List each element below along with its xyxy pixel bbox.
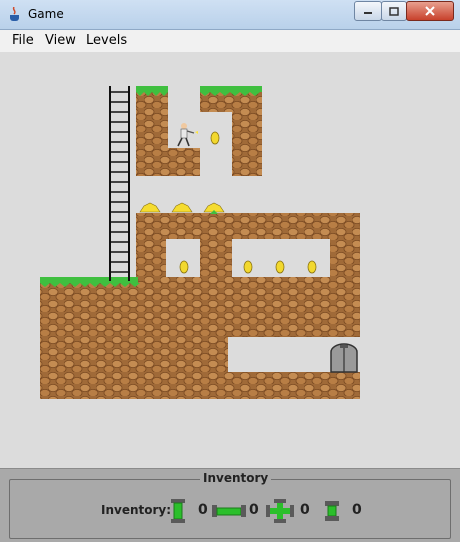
title-bar: Game — [0, 0, 460, 30]
menu-levels[interactable]: Levels — [86, 33, 127, 48]
minimize-icon — [364, 12, 372, 14]
upper-ledge — [136, 148, 200, 176]
game-canvas[interactable] — [0, 53, 460, 468]
green-pipe-vertical-icon[interactable] — [168, 499, 188, 523]
game-scene — [40, 86, 360, 399]
close-icon — [425, 6, 435, 16]
platform-top — [136, 213, 360, 239]
platform-wall — [136, 239, 166, 279]
ladder — [109, 86, 130, 281]
player-sprite — [177, 123, 198, 147]
item-count: 0 — [249, 502, 259, 518]
menu-bar: File View Levels — [0, 30, 460, 53]
green-pipe-cross-icon[interactable] — [266, 499, 294, 523]
item-count: 0 — [352, 502, 362, 518]
window-title: Game — [28, 7, 64, 21]
menu-file[interactable]: File — [12, 33, 34, 48]
green-pipe-horizontal-icon[interactable] — [212, 499, 246, 523]
gold-pile — [139, 202, 225, 213]
menu-view[interactable]: View — [45, 33, 76, 48]
platform-wall — [330, 239, 360, 279]
platform-wall — [200, 239, 232, 283]
item-count: 0 — [198, 502, 208, 518]
maximize-icon — [389, 6, 399, 16]
item-count: 0 — [300, 502, 310, 518]
upper-column — [232, 110, 262, 176]
maximize-button[interactable] — [381, 1, 407, 21]
close-button[interactable] — [406, 1, 454, 21]
green-pipe-short-icon[interactable] — [322, 499, 342, 523]
exit-door — [330, 343, 358, 373]
inventory-panel: Inventory Inventory: 0 0 0 0 — [0, 468, 460, 542]
java-cup-icon — [10, 7, 19, 21]
inventory-label: Inventory: — [101, 503, 172, 517]
minimize-button[interactable] — [354, 1, 382, 21]
ground-block — [135, 277, 360, 337]
inventory-title: Inventory — [200, 471, 272, 485]
